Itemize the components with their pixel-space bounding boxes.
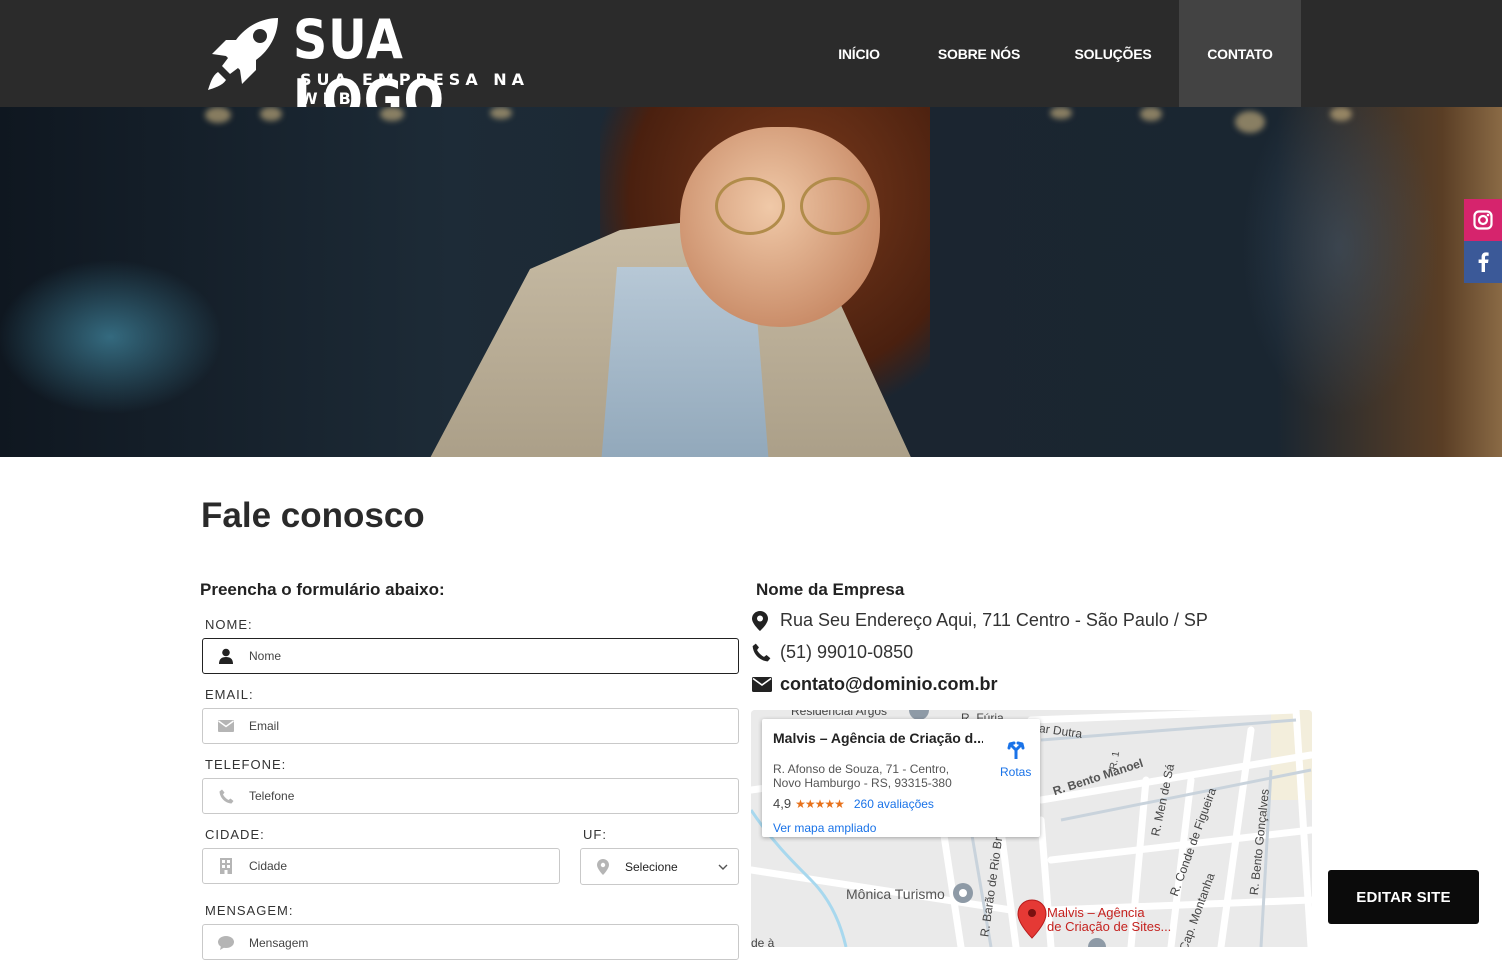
nav-item-solucoes[interactable]: SOLUÇÕES (1048, 0, 1178, 107)
directions-icon[interactable] (1006, 739, 1026, 759)
logo-subtitle: SUA EMPRESA NA WEB (300, 70, 530, 108)
phone-row: (51) 99010-0850 (752, 642, 913, 663)
map-info-card: Malvis – Agência de Criação d... R. Afon… (762, 719, 1040, 837)
chat-bubble-icon (203, 936, 249, 950)
reviews-link[interactable]: 260 avaliações (854, 797, 934, 811)
map-card-title: Malvis – Agência de Criação d... (773, 730, 983, 746)
telefone-input[interactable]: Telefone (202, 778, 739, 814)
mensagem-placeholder: Mensagem (249, 936, 309, 950)
star-rating-icon: ★★★★★ (795, 796, 845, 811)
map-street-label: de à (751, 936, 775, 947)
phone-text: (51) 99010-0850 (780, 642, 914, 662)
telefone-label: TELEFONE: (205, 757, 287, 772)
cidade-label: CIDADE: (205, 827, 265, 842)
nome-input[interactable]: Nome (202, 638, 739, 674)
larger-map-link[interactable]: Ver mapa ampliado (773, 821, 876, 835)
envelope-icon (203, 720, 249, 732)
email-placeholder: Email (249, 719, 280, 733)
cidade-placeholder: Cidade (249, 859, 288, 873)
map-card-address-line2: Novo Hamburgo - RS, 93315-380 (773, 776, 952, 790)
cidade-input[interactable]: Cidade (202, 848, 560, 884)
nome-label: NOME: (205, 617, 253, 632)
site-logo[interactable]: SUA LOGO SUA EMPRESA NA WEB (200, 8, 530, 130)
facebook-button[interactable] (1464, 241, 1502, 283)
telefone-placeholder: Telefone (249, 789, 295, 803)
telephone-icon (752, 643, 780, 662)
map-card-rating: 4,9 ★★★★★ 260 avaliações (773, 796, 934, 811)
email-row[interactable]: contato@dominio.com.br (752, 674, 998, 695)
google-map[interactable]: Residencial Argos R. Fúria ar Dutra R. B… (751, 710, 1312, 947)
phone-icon (203, 789, 249, 804)
uf-label: UF: (583, 827, 607, 842)
facebook-icon (1478, 252, 1489, 272)
map-pin-label-line1: Malvis – Agência (1047, 905, 1145, 920)
site-header: SUA LOGO SUA EMPRESA NA WEB INÍCIO SOBRE… (0, 0, 1502, 130)
nome-placeholder: Nome (249, 649, 282, 663)
nav-item-contato[interactable]: CONTATO (1179, 0, 1301, 107)
nav-item-sobre-nos[interactable]: SOBRE NÓS (922, 0, 1036, 107)
email-input[interactable]: Email (202, 708, 739, 744)
mensagem-label: MENSAGEM: (205, 903, 294, 918)
directions-link[interactable]: Rotas (1000, 765, 1031, 779)
building-icon (203, 858, 249, 874)
address-row: Rua Seu Endereço Aqui, 711 Centro - São … (752, 610, 1208, 631)
page-title: Fale conosco (201, 496, 425, 535)
chevron-down-icon (708, 864, 738, 870)
rating-value: 4,9 (773, 796, 792, 811)
map-street-label: Residencial Argos (791, 710, 888, 718)
mensagem-textarea[interactable]: Mensagem (202, 924, 739, 960)
nav-item-inicio[interactable]: INÍCIO (808, 0, 910, 107)
edit-site-button[interactable]: EDITAR SITE (1328, 870, 1479, 924)
map-marker-icon (752, 610, 780, 631)
instagram-button[interactable] (1464, 199, 1502, 241)
map-pin-icon (581, 858, 625, 875)
instagram-icon (1473, 210, 1493, 230)
uf-select[interactable]: Selecione (580, 848, 739, 885)
hero-banner-image (0, 107, 1502, 457)
email-label: EMAIL: (205, 687, 254, 702)
email-link[interactable]: contato@dominio.com.br (780, 674, 998, 695)
address-text: Rua Seu Endereço Aqui, 711 Centro - São … (780, 610, 1208, 630)
uf-selected-value: Selecione (625, 859, 678, 874)
company-name: Nome da Empresa (756, 580, 905, 599)
map-pin-label-line2: de Criação de Sites... (1047, 919, 1172, 934)
form-heading: Preencha o formulário abaixo: (200, 580, 445, 599)
mail-icon (752, 677, 780, 692)
map-place-label: Mônica Turismo (846, 886, 945, 902)
rocket-icon (208, 18, 278, 90)
user-icon (203, 648, 249, 664)
map-card-address-line1: R. Afonso de Souza, 71 - Centro, (773, 762, 950, 776)
